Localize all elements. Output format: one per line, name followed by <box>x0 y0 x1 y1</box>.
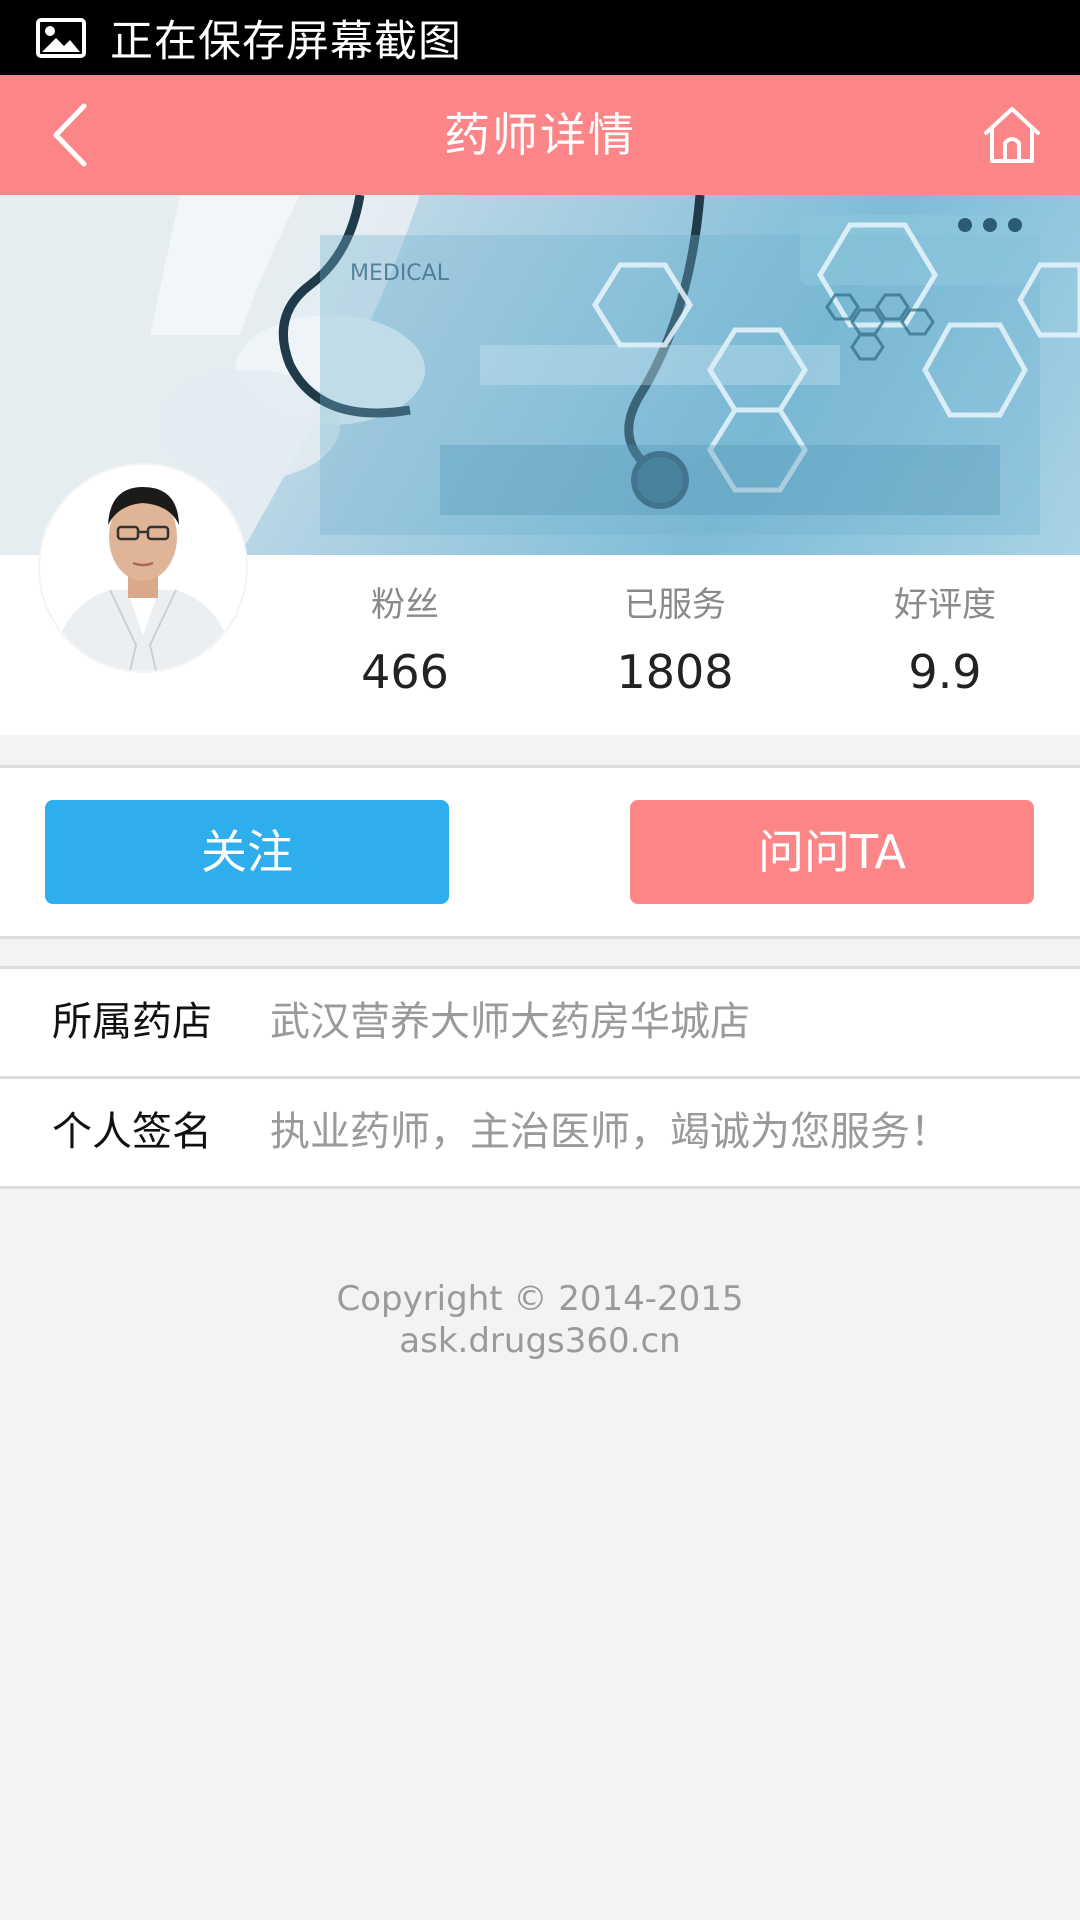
stat-served: 已服务 1808 <box>565 580 785 700</box>
info-value: 武汉营养大师大药房华城店 <box>270 999 750 1045</box>
stat-label: 粉丝 <box>371 585 439 625</box>
info-panel: 所属药店 武汉营养大师大药房华城店 个人签名 执业药师，主治医师，竭诚为您服务！ <box>0 966 1080 1189</box>
follow-button[interactable]: 关注 <box>45 800 449 904</box>
info-value: 执业药师，主治医师，竭诚为您服务！ <box>270 1109 950 1155</box>
stat-value: 466 <box>361 645 449 699</box>
stat-fans: 粉丝 466 <box>295 580 515 700</box>
stat-label: 好评度 <box>894 585 996 625</box>
home-button[interactable] <box>972 97 1052 173</box>
action-panel: 关注 问问TA <box>0 765 1080 939</box>
info-row-signature: 个人签名 执业药师，主治医师，竭诚为您服务！ <box>0 1079 1080 1189</box>
site-domain: ask.drugs360.cn <box>399 1321 681 1361</box>
image-icon <box>36 17 86 58</box>
info-label: 个人签名 <box>52 1109 212 1155</box>
stat-value: 1808 <box>616 645 734 699</box>
home-icon <box>984 107 1040 163</box>
status-bar: 正在保存屏幕截图 <box>0 0 1080 75</box>
stat-value: 9.9 <box>908 645 982 699</box>
stat-rating: 好评度 9.9 <box>835 580 1055 700</box>
header-bar: 药师详情 <box>0 75 1080 195</box>
avatar <box>40 465 246 671</box>
page-title: 药师详情 <box>444 108 636 162</box>
ask-button[interactable]: 问问TA <box>630 800 1034 904</box>
banner-overlay-text: MEDICAL <box>350 261 450 286</box>
info-row-pharmacy: 所属药店 武汉营养大师大药房华城店 <box>0 969 1080 1079</box>
status-text: 正在保存屏幕截图 <box>110 16 462 67</box>
stat-label: 已服务 <box>624 585 726 625</box>
footer: Copyright © 2014-2015 ask.drugs360.cn <box>0 1278 1080 1362</box>
copyright-text: Copyright © 2014-2015 <box>336 1279 744 1319</box>
info-label: 所属药店 <box>52 999 212 1045</box>
pharmacist-photo <box>40 465 246 671</box>
